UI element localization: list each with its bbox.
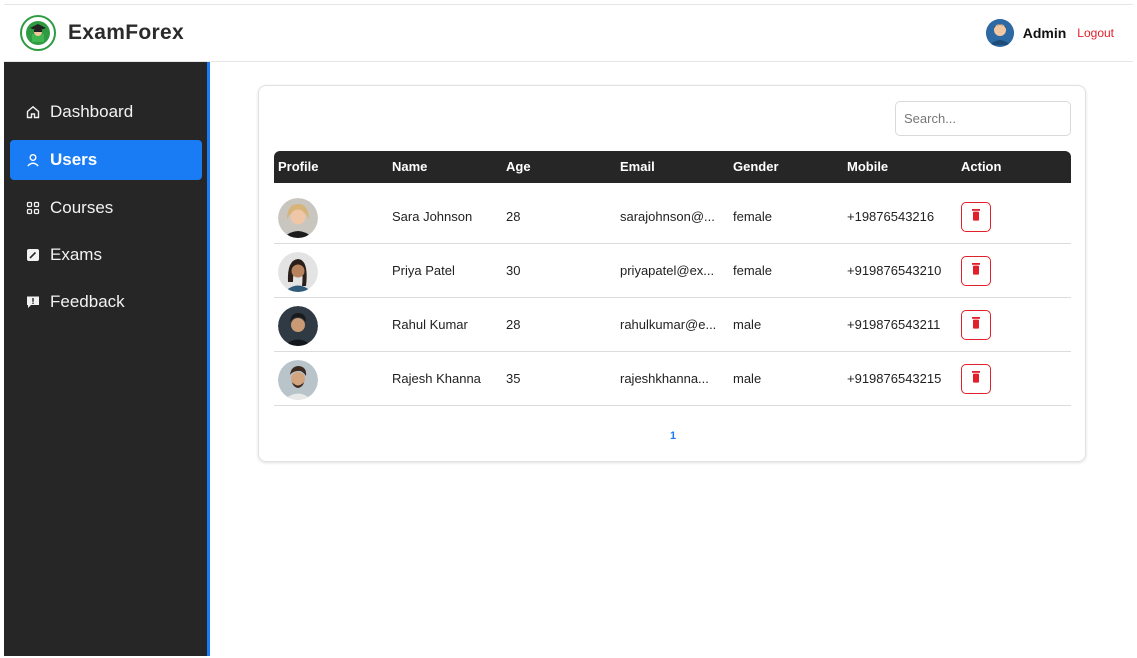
sidebar-item-dashboard[interactable]: Dashboard <box>10 92 202 132</box>
column-header-email: Email <box>620 159 655 174</box>
user-age: 35 <box>506 371 521 386</box>
user-email: rahulkumar@e... <box>620 317 717 332</box>
user-email: priyapatel@ex... <box>620 263 715 278</box>
delete-button[interactable] <box>961 364 991 394</box>
user-gender: male <box>733 317 762 332</box>
user-gender: female <box>733 209 773 224</box>
trash-icon <box>971 208 981 226</box>
column-header-gender: Gender <box>733 159 779 174</box>
user-name: Rahul Kumar <box>392 317 468 332</box>
user-name: Rajesh Khanna <box>392 371 481 386</box>
admin-name: Admin <box>1022 25 1067 41</box>
table-header: Profile Name Age Email Gender Mobile Act… <box>274 151 1071 183</box>
user-mobile: +919876543211 <box>847 317 941 332</box>
column-header-action: Action <box>961 159 1002 174</box>
column-header-age: Age <box>506 159 531 174</box>
user-email: rajeshkhanna... <box>620 371 709 386</box>
exam-icon <box>26 248 40 262</box>
user-icon <box>26 153 40 167</box>
page-link-1[interactable]: 1 <box>670 430 676 442</box>
search-input[interactable] <box>895 101 1071 136</box>
brand[interactable]: ExamForex <box>20 15 184 51</box>
user-name: Sara Johnson <box>392 209 473 224</box>
profile-avatar <box>278 306 318 346</box>
app-name: ExamForex <box>68 21 184 44</box>
pagination: 1 <box>259 426 1087 444</box>
sidebar-item-exams[interactable]: Exams <box>10 235 202 275</box>
sidebar-item-courses[interactable]: Courses <box>10 188 202 228</box>
sidebar-item-label: Dashboard <box>50 102 134 121</box>
sidebar-item-label: Courses <box>50 198 114 217</box>
sidebar-item-feedback[interactable]: Feedback <box>10 282 202 322</box>
user-mobile: +19876543216 <box>847 209 935 224</box>
profile-avatar <box>278 252 318 292</box>
column-header-mobile: Mobile <box>847 159 889 174</box>
trash-icon <box>971 316 981 334</box>
profile-avatar <box>278 198 318 238</box>
sidebar-item-label: Exams <box>50 245 102 264</box>
sidebar-item-label: Users <box>50 150 98 169</box>
user-gender: female <box>733 263 773 278</box>
user-menu: Admin Logout <box>985 19 1114 47</box>
graduation-cap-logo-icon <box>20 15 56 51</box>
table-row: Priya Patel 30 priyapatel@ex... female +… <box>274 244 1071 298</box>
user-email: sarajohnson@... <box>620 209 715 224</box>
users-card: Profile Name Age Email Gender Mobile Act… <box>258 85 1086 462</box>
feedback-icon <box>26 295 40 309</box>
grid-icon <box>26 201 40 215</box>
user-age: 28 <box>506 209 521 224</box>
table-row: Sara Johnson 28 sarajohnson@... female +… <box>274 190 1071 244</box>
table-row: Rahul Kumar 28 rahulkumar@e... male +919… <box>274 298 1071 352</box>
delete-button[interactable] <box>961 310 991 340</box>
table-row: Rajesh Khanna 35 rajeshkhanna... male +9… <box>274 352 1071 406</box>
sidebar-item-users[interactable]: Users <box>10 140 202 180</box>
column-header-name: Name <box>392 159 428 174</box>
home-icon <box>26 105 40 119</box>
user-age: 28 <box>506 317 521 332</box>
top-bar: ExamForex Admin Logout <box>4 4 1133 62</box>
delete-button[interactable] <box>961 202 991 232</box>
logout-link[interactable]: Logout <box>1077 26 1114 40</box>
sidebar: Dashboard Users Courses Exams Feedback <box>4 62 210 656</box>
delete-button[interactable] <box>961 256 991 286</box>
user-mobile: +919876543215 <box>847 371 942 386</box>
sidebar-item-label: Feedback <box>50 292 125 311</box>
admin-avatar[interactable] <box>985 19 1014 47</box>
column-header-profile: Profile <box>278 159 319 174</box>
user-name: Priya Patel <box>392 263 455 278</box>
trash-icon <box>971 262 981 280</box>
user-mobile: +919876543210 <box>847 263 942 278</box>
user-gender: male <box>733 371 762 386</box>
user-age: 30 <box>506 263 521 278</box>
profile-avatar <box>278 360 318 400</box>
trash-icon <box>971 370 981 388</box>
